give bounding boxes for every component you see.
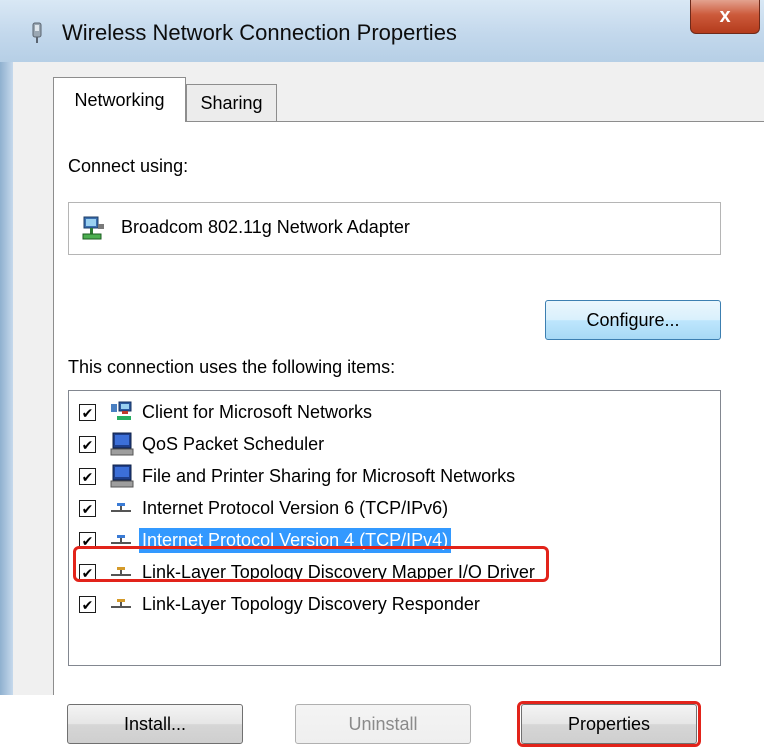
networking-panel: Connect using: Broadcom 802.11g Network … <box>53 121 764 747</box>
close-button[interactable]: x <box>690 0 760 34</box>
computer-icon <box>110 464 134 488</box>
properties-button[interactable]: Properties <box>521 704 697 744</box>
network-title-icon <box>32 22 42 43</box>
adapter-name: Broadcom 802.11g Network Adapter <box>121 217 410 237</box>
item-label: Client for Microsoft Networks <box>142 402 373 422</box>
list-item[interactable]: ✔ QoS Packet Scheduler <box>79 429 709 461</box>
connect-using-label: Connect using: <box>68 156 189 176</box>
list-item[interactable]: ✔ Link-Layer Topology Discovery Responde… <box>79 589 709 621</box>
title-bar[interactable]: Wireless Network Connection Properties x <box>0 0 764 62</box>
item-checkbox[interactable]: ✔ <box>79 468 96 485</box>
network-adapter-icon <box>82 216 104 240</box>
client-network-icon <box>111 401 132 420</box>
list-item[interactable]: ✔ File and Printer Sharing for Microsoft… <box>79 461 709 493</box>
item-checkbox[interactable]: ✔ <box>79 500 96 517</box>
window-title: Wireless Network Connection Properties <box>62 20 457 45</box>
item-label: Link-Layer Topology Discovery Responder <box>142 594 480 614</box>
items-section-label: This connection uses the following items… <box>68 357 396 377</box>
close-icon: x <box>719 5 731 27</box>
item-checkbox[interactable]: ✔ <box>79 404 96 421</box>
properties-window: Wireless Network Connection Properties x… <box>0 0 764 747</box>
tab-container: Networking Sharing Connect using: Broadc… <box>13 62 764 747</box>
item-checkbox[interactable]: ✔ <box>79 596 96 613</box>
adapter-field: Broadcom 802.11g Network Adapter <box>68 202 721 255</box>
tab-sharing[interactable]: Sharing <box>186 84 277 122</box>
computer-icon <box>110 432 134 456</box>
components-list[interactable]: ✔ Client for Microsoft Networks ✔ QoS Pa… <box>68 390 721 666</box>
item-label: Internet Protocol Version 6 (TCP/IPv6) <box>142 498 449 518</box>
list-item[interactable]: ✔ Internet Protocol Version 6 (TCP/IPv6) <box>79 493 709 525</box>
list-item[interactable]: ✔ Client for Microsoft Networks <box>79 397 709 429</box>
selection-highlight-outline <box>73 546 549 582</box>
configure-button[interactable]: Configure... <box>545 300 721 340</box>
item-checkbox[interactable]: ✔ <box>79 436 96 453</box>
protocol-icon <box>111 599 131 608</box>
tab-networking[interactable]: Networking <box>53 77 186 122</box>
window-frame <box>0 62 13 695</box>
install-button[interactable]: Install... <box>67 704 243 744</box>
protocol-icon <box>111 503 131 512</box>
item-label: QoS Packet Scheduler <box>142 434 325 454</box>
item-label: File and Printer Sharing for Microsoft N… <box>142 466 516 486</box>
uninstall-button[interactable]: Uninstall <box>295 704 471 744</box>
